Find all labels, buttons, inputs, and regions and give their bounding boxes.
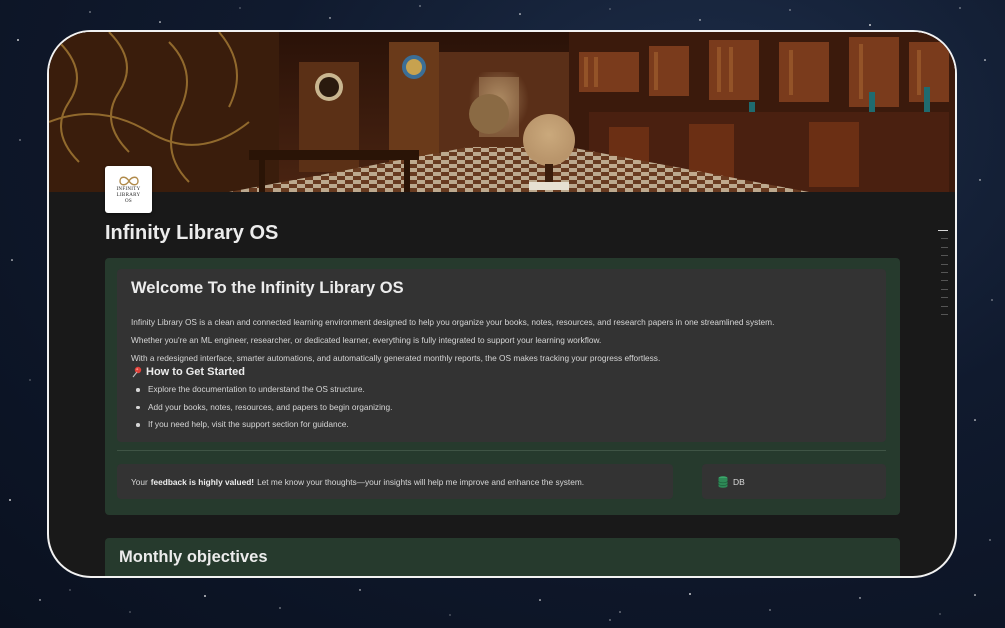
- list-item-text: Add your books, notes, resources, and pa…: [148, 401, 393, 412]
- toc-mark[interactable]: [941, 246, 948, 248]
- logo-text-line-3: OS: [125, 198, 132, 204]
- table-of-contents-minimap[interactable]: [938, 230, 948, 322]
- feedback-prefix: Your: [131, 476, 148, 487]
- list-item-text: If you need help, visit the support sect…: [148, 419, 349, 430]
- page-title: Infinity Library OS: [105, 222, 279, 244]
- intro-paragraph-3: With a redesigned interface, smarter aut…: [131, 353, 661, 363]
- app-window: INFINITY LIBRARY OS Infinity Library OS …: [47, 30, 957, 578]
- toc-mark[interactable]: [941, 288, 948, 290]
- toc-mark[interactable]: [941, 313, 948, 315]
- divider: [117, 450, 886, 451]
- intro-paragraph-1: Infinity Library OS is a clean and conne…: [131, 317, 775, 327]
- cover-image: [49, 32, 955, 192]
- list-item: Add your books, notes, resources, and pa…: [131, 402, 392, 420]
- feedback-card: Your feedback is highly valued! Let me k…: [117, 464, 673, 499]
- page-icon-logo[interactable]: INFINITY LIBRARY OS: [105, 166, 152, 213]
- toc-mark[interactable]: [941, 305, 948, 307]
- db-link-label[interactable]: DB: [733, 477, 745, 487]
- toc-mark[interactable]: [941, 271, 948, 273]
- bullet-icon: [136, 423, 140, 427]
- welcome-callout: Welcome To the Infinity Library OS Infin…: [105, 258, 900, 515]
- toc-mark[interactable]: [941, 238, 948, 240]
- welcome-card: Welcome To the Infinity Library OS Infin…: [117, 269, 886, 442]
- toc-mark[interactable]: [941, 280, 948, 282]
- welcome-heading: Welcome To the Infinity Library OS: [131, 279, 404, 297]
- monthly-objectives-heading: Monthly objectives: [119, 548, 268, 566]
- toc-mark[interactable]: [941, 263, 948, 265]
- toc-mark[interactable]: [941, 297, 948, 299]
- getting-started-list: Explore the documentation to understand …: [131, 384, 392, 437]
- feedback-emphasis: feedback is highly valued!: [150, 476, 255, 487]
- how-to-heading: How to Get Started: [131, 366, 245, 378]
- list-item-text: Explore the documentation to understand …: [148, 384, 365, 394]
- list-item: Explore the documentation to understand …: [131, 384, 392, 402]
- database-icon: [718, 475, 728, 488]
- toc-mark-active[interactable]: [938, 230, 948, 231]
- feedback-text: Let me know your thoughts—your insights …: [257, 476, 585, 487]
- infinity-logo-icon: [118, 176, 139, 185]
- intro-paragraph-2: Whether you're an ML engineer, researche…: [131, 335, 602, 345]
- how-to-heading-text: How to Get Started: [146, 366, 246, 378]
- monthly-objectives-callout: Monthly objectives: [105, 538, 900, 576]
- toc-mark[interactable]: [941, 255, 948, 257]
- pushpin-icon: [132, 366, 142, 378]
- bullet-icon: [136, 388, 140, 392]
- list-item: If you need help, visit the support sect…: [131, 419, 392, 437]
- db-link-card[interactable]: DB: [702, 464, 886, 499]
- bullet-icon: [136, 405, 140, 410]
